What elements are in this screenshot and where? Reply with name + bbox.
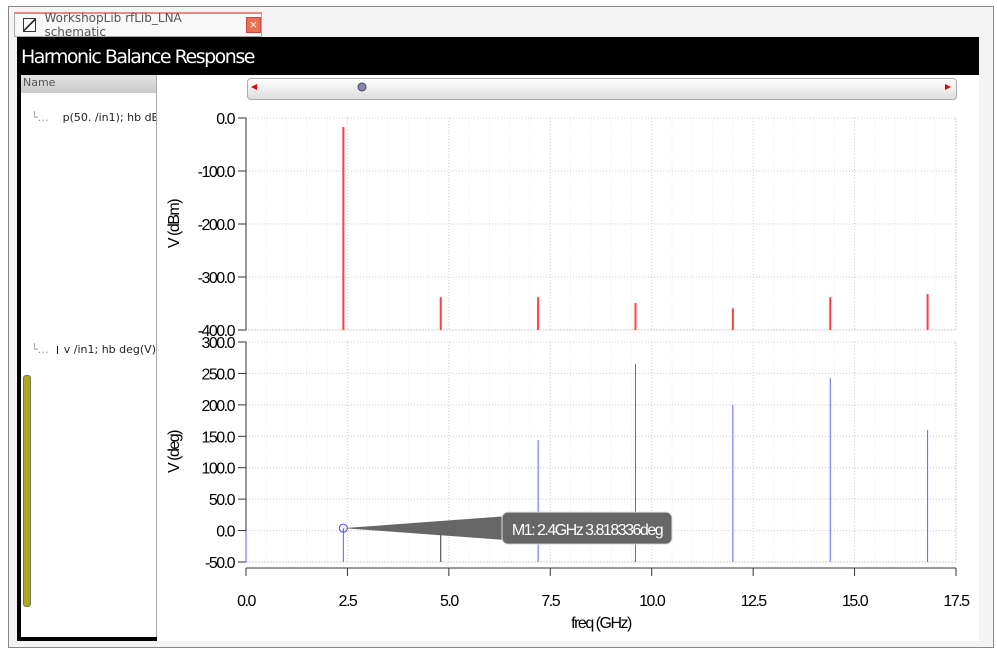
y-tick-label: -200.0 [198, 217, 236, 234]
schematic-icon [23, 18, 37, 32]
x-tick-label: 17.5 [943, 593, 970, 610]
marker-label: M1: 2.4GHz 3.818336deg [512, 522, 663, 539]
window-title: Harmonic Balance Response [21, 46, 255, 68]
x-tick-label: 2.5 [339, 593, 358, 610]
y-tick-label: -100.0 [198, 164, 236, 181]
y-tick-label: -50.0 [205, 555, 236, 572]
chart-svg: 0.0-100.0-200.0-300.0-400.0V (dBm)300.02… [166, 82, 972, 632]
y-axis-label: V (deg) [166, 430, 183, 473]
x-tick-label: 5.0 [440, 593, 459, 610]
tab-schematic[interactable]: WorkshopLib rfLib_LNA schematic × [14, 11, 262, 39]
x-tick-label: 15.0 [842, 593, 869, 610]
waveform-window: Harmonic Balance Response Name └… p(50. /… [17, 37, 979, 641]
name-column-header[interactable]: Name [21, 75, 156, 93]
y-tick-label: 250.0 [201, 366, 235, 383]
y-tick-label: 150.0 [201, 429, 235, 446]
plot-area: 0.0 -100.0 -200.0 -300.0 -400.0 V (dBm) 300.0 2… [157, 75, 979, 641]
x-tick-label: 12.5 [741, 593, 768, 610]
y-tick-label: 0.0 [216, 111, 235, 128]
y-tick-label: 0.0 [216, 524, 235, 541]
legend-panel: Name └… p(50. /in1); hb dB └… v /in1; hb d… [21, 75, 157, 637]
blue-swatch [56, 345, 58, 354]
x-tick-label: 7.5 [541, 593, 560, 610]
scroll-thumb-handle [357, 82, 367, 92]
tab-title: WorkshopLib rfLib_LNA schematic [44, 11, 182, 39]
scroll-right-arrow [945, 84, 951, 90]
strip-scrollbar[interactable] [23, 375, 31, 607]
close-icon[interactable]: × [245, 17, 261, 33]
legend-label: v /in1; hb deg(V) [63, 343, 156, 356]
y-tick-label: -300.0 [198, 270, 236, 287]
legend-item-phase[interactable]: └… v /in1; hb deg(V) [31, 343, 156, 356]
x-axis-label: freq (GHz) [571, 615, 632, 632]
x-tick-label: 10.0 [639, 593, 666, 610]
x-tick-label: 0.0 [237, 593, 256, 610]
y-tick-label: 50.0 [209, 492, 236, 509]
y-tick-label: 100.0 [201, 461, 235, 478]
y-tick-label: 200.0 [201, 398, 235, 415]
scroll-left-arrow [251, 84, 257, 90]
legend-label: p(50. /in1); hb dB [62, 111, 156, 124]
y-tick-label: 300.0 [201, 335, 235, 352]
legend-item-power[interactable]: └… p(50. /in1); hb dB [31, 111, 156, 124]
y-axis-label: V (dBm) [166, 199, 183, 248]
